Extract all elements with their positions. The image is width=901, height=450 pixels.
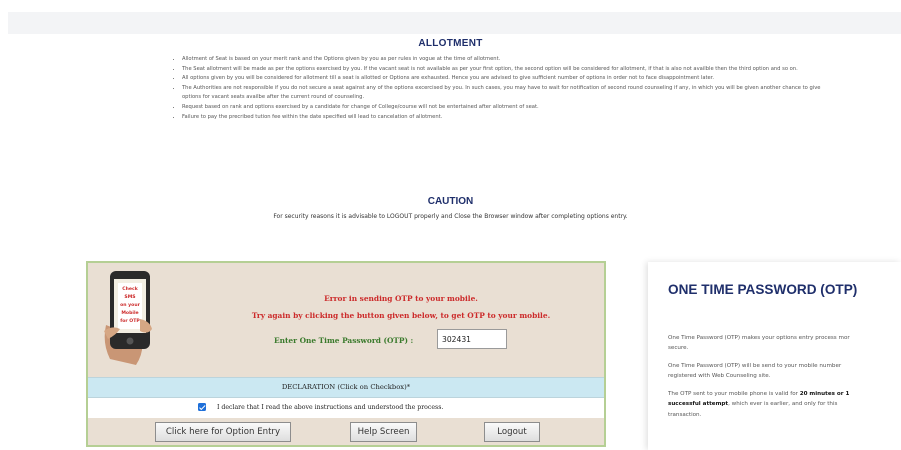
otp-info-paragraph: One Time Password (OTP) makes your optio… [668, 333, 901, 354]
otp-attempt-emphasis: successful attempt [668, 401, 729, 408]
logout-button[interactable]: Logout [484, 422, 540, 442]
declaration-row: I declare that I read the above instruct… [88, 398, 604, 418]
otp-info-line: secure. [668, 345, 689, 352]
otp-input[interactable] [437, 329, 507, 349]
help-screen-button[interactable]: Help Screen [350, 422, 417, 442]
declaration-header: DECLARATION (Click on Checkbox)* [88, 377, 604, 398]
otp-message-area: Check SMS on your Mobile for OTP Error i… [88, 263, 604, 377]
otp-info-text: The OTP sent to your mobile phone is val… [668, 391, 800, 397]
declaration-text: I declare that I read the above instruct… [217, 404, 444, 411]
phone-caption-line: Mobile [121, 310, 138, 316]
rule-item: Failure to pay the precribed tution fee … [182, 113, 832, 123]
otp-validity-emphasis: 20 minutes or 1 [799, 391, 850, 397]
top-banner-bar [8, 12, 901, 34]
rule-item: The Authorities are not responsible if y… [182, 84, 832, 103]
phone-caption-line: SMS [124, 294, 135, 300]
mobile-phone-hand-icon: Check SMS on your Mobile for OTP [104, 271, 152, 365]
allotment-heading: ALLOTMENT [418, 38, 483, 49]
rule-item: Request based on rank and options exerci… [182, 103, 832, 113]
otp-error-message: Error in sending OTP to your mobile. [324, 294, 478, 303]
otp-info-paragraph: The OTP sent to your mobile phone is val… [668, 389, 901, 420]
allotment-rules-list: Allotment of Seat is based on your merit… [172, 55, 832, 122]
rule-item: All options given by you will be conside… [182, 74, 832, 84]
declaration-checkbox[interactable] [198, 403, 206, 411]
otp-entry-panel: Check SMS on your Mobile for OTP Error i… [86, 261, 606, 447]
phone-caption-line: for OTP [120, 318, 140, 324]
otp-info-card: ONE TIME PASSWORD (OTP) One Time Passwor… [648, 262, 901, 450]
otp-info-title: ONE TIME PASSWORD (OTP) [668, 282, 858, 297]
otp-info-paragraph: One Time Password (OTP) will be send to … [668, 361, 901, 382]
caution-text: For security reasons it is advisable to … [273, 213, 628, 220]
rule-item: The Seat allotment will be made as per t… [182, 65, 832, 75]
otp-info-line: One Time Password (OTP) makes your optio… [668, 335, 850, 341]
rule-item: Allotment of Seat is based on your merit… [182, 55, 832, 65]
option-entry-button[interactable]: Click here for Option Entry [155, 422, 291, 442]
otp-info-text: , which ever is earlier, and only for th… [728, 401, 838, 408]
phone-caption-line: on your [120, 302, 140, 308]
otp-field-label: Enter One Time Password (OTP) : [274, 336, 414, 345]
otp-info-line: One Time Password (OTP) will be send to … [668, 363, 842, 369]
phone-caption-line: Check [122, 286, 138, 292]
action-button-row: Click here for Option Entry Help Screen … [88, 418, 604, 445]
otp-retry-message: Try again by clicking the button given b… [251, 311, 551, 320]
otp-info-line: registered with Web Counseling site. [668, 373, 771, 380]
otp-info-text: transaction. [668, 411, 702, 418]
caution-heading: CAUTION [427, 196, 474, 207]
